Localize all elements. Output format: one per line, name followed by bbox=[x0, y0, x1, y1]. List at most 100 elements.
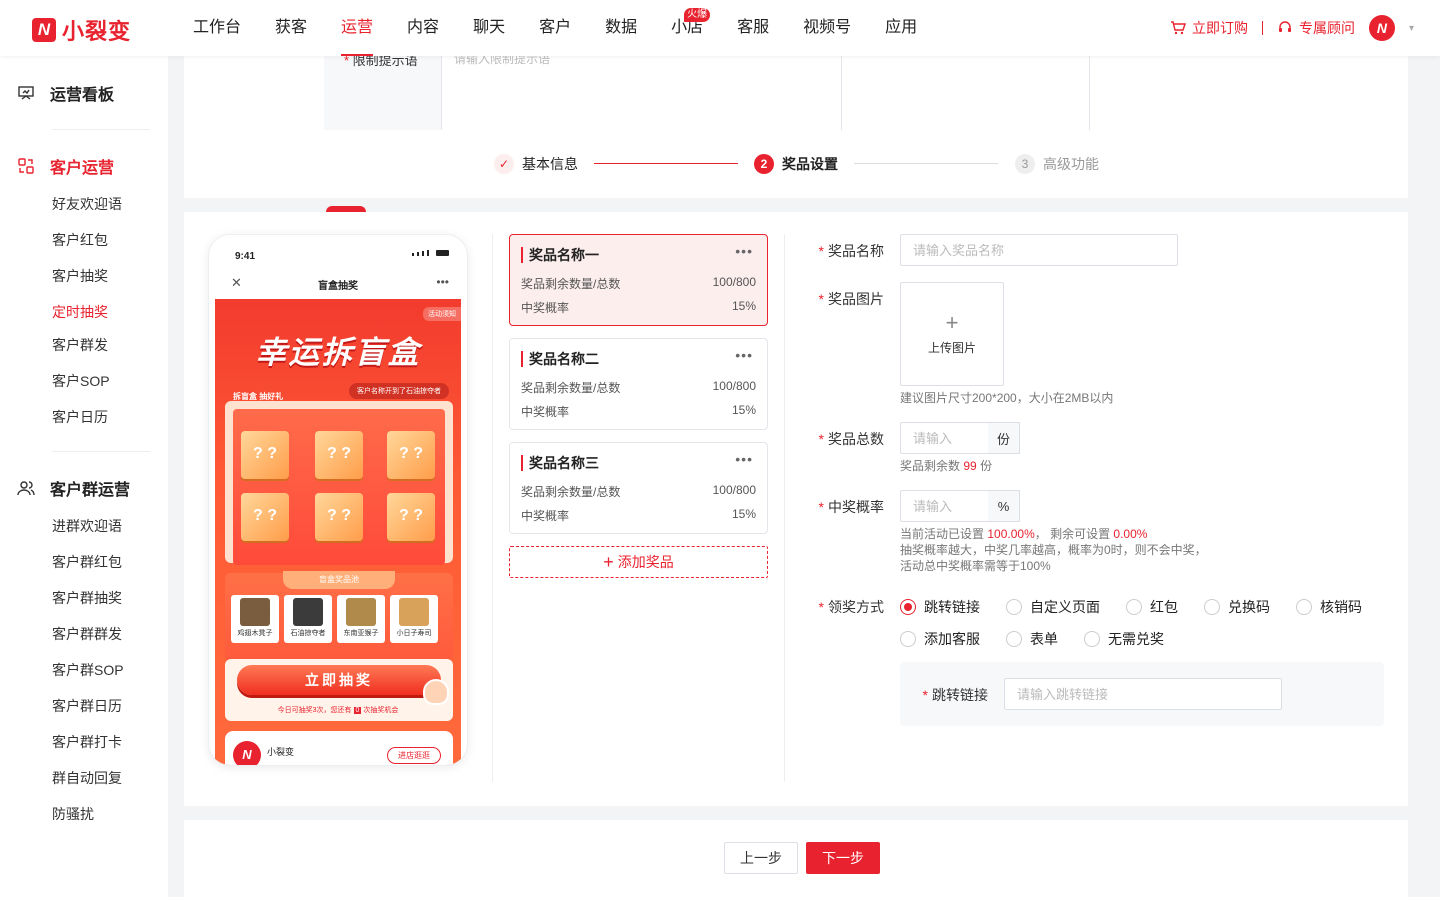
prize-card[interactable]: 奖品名称三 ••• 奖品剩余数量/总数 100/800 中奖概率 15% bbox=[509, 442, 768, 534]
logo-text: 小裂变 bbox=[62, 19, 132, 44]
prize-stock-row: 奖品剩余数量/总数 100/800 bbox=[521, 275, 756, 291]
brand-logo[interactable]: N 小裂变 bbox=[32, 14, 131, 46]
sidebar-item-group-welcome[interactable]: 进群欢迎语 bbox=[52, 516, 122, 536]
prev-step-button[interactable]: 上一步 bbox=[724, 842, 798, 874]
radio-label: 表单 bbox=[1030, 631, 1058, 647]
prize-total-input[interactable] bbox=[900, 422, 989, 454]
sidebar-item-customer-sop[interactable]: 客户SOP bbox=[52, 371, 110, 391]
hot-badge: 火爆 bbox=[684, 8, 711, 22]
order-label: 立即订购 bbox=[1191, 20, 1248, 36]
table-input-cell bbox=[442, 56, 842, 130]
eagle-icon bbox=[293, 598, 323, 626]
user-avatar[interactable]: N bbox=[1368, 15, 1395, 41]
sidebar-item-group-calendar[interactable]: 客户群日历 bbox=[52, 696, 122, 716]
more-icon[interactable]: ••• bbox=[735, 451, 753, 467]
sidebar-item-group-autoreply[interactable]: 群自动回复 bbox=[52, 768, 122, 788]
radio-verify-code[interactable]: 核销码 bbox=[1296, 597, 1362, 617]
nav-item-operations[interactable]: 运营 bbox=[324, 0, 390, 56]
radio-dot bbox=[900, 631, 916, 647]
jump-link-input[interactable] bbox=[1004, 678, 1282, 710]
radio-form[interactable]: 表单 bbox=[1006, 629, 1058, 649]
nav-item-data[interactable]: 数据 bbox=[588, 0, 654, 56]
sidebar-item-scheduled-lottery[interactable]: 定时抽奖 bbox=[52, 302, 108, 322]
nav-item-content[interactable]: 内容 bbox=[390, 0, 456, 56]
sushi-icon bbox=[399, 598, 429, 626]
steps-bar: ✓ 基本信息 2 奖品设置 3 高级功能 bbox=[184, 130, 1408, 198]
radio-label: 自定义页面 bbox=[1030, 599, 1100, 615]
radio-label: 核销码 bbox=[1320, 599, 1362, 615]
sidebar-item-group-checkin[interactable]: 客户群打卡 bbox=[52, 732, 122, 752]
radio-redpacket[interactable]: 红包 bbox=[1126, 597, 1178, 617]
add-prize-button[interactable]: + 添加奖品 bbox=[509, 546, 768, 578]
sidebar-group-group-ops[interactable]: 客户群运营 bbox=[0, 470, 168, 506]
top-header: N 小裂变 工作台 获客 运营 内容 聊天 客户 数据 小店 火爆 客服 视频号… bbox=[0, 0, 1440, 56]
chevron-down-icon[interactable]: ▾ bbox=[1409, 23, 1414, 34]
hero-title: 幸运拆盲盒 bbox=[255, 335, 421, 370]
prize-name: 奖品名称二 bbox=[521, 351, 599, 367]
prize-name-input[interactable] bbox=[900, 234, 1178, 266]
step-basic-info[interactable]: ✓ 基本信息 bbox=[494, 154, 578, 174]
radio-label: 兑换码 bbox=[1228, 599, 1270, 615]
upload-image-button[interactable]: + 上传图片 bbox=[900, 282, 1004, 386]
order-link[interactable]: 立即订购 bbox=[1170, 18, 1248, 38]
logo-icon: N bbox=[32, 18, 56, 42]
prize-card[interactable]: 奖品名称一 ••• 奖品剩余数量/总数 100/800 中奖概率 15% bbox=[509, 234, 768, 326]
nav-item-service[interactable]: 客服 bbox=[720, 0, 786, 56]
column-divider bbox=[492, 234, 493, 782]
nav-item-chat[interactable]: 聊天 bbox=[456, 0, 522, 56]
nav-item-shop[interactable]: 小店 火爆 bbox=[654, 0, 720, 56]
nav-item-customers[interactable]: 客户 bbox=[522, 0, 588, 56]
sidebar-item-customer-calendar[interactable]: 客户日历 bbox=[52, 407, 108, 427]
sidebar-item-group-sop[interactable]: 客户群SOP bbox=[52, 660, 124, 680]
stool-icon bbox=[240, 598, 270, 626]
sidebar-item-group-lottery[interactable]: 客户群抽奖 bbox=[52, 588, 122, 608]
step-advanced[interactable]: 3 高级功能 bbox=[1015, 154, 1099, 174]
winner-ticker: 客户名称开到了石油掠夺者 bbox=[349, 383, 449, 399]
upload-image-label: 上传图片 bbox=[927, 340, 976, 355]
prize-rate-row: 中奖概率 15% bbox=[521, 299, 756, 315]
prize-card[interactable]: 奖品名称二 ••• 奖品剩余数量/总数 100/800 中奖概率 15% bbox=[509, 338, 768, 430]
sidebar-item-group-broadcast[interactable]: 客户群群发 bbox=[52, 624, 122, 644]
prize-name: 奖品名称一 bbox=[521, 247, 599, 263]
add-prize-label: 添加奖品 bbox=[617, 554, 674, 570]
sidebar-item-customer-broadcast[interactable]: 客户群发 bbox=[52, 335, 108, 355]
dashboard-icon bbox=[16, 83, 36, 103]
blind-box: ? ? bbox=[315, 493, 363, 541]
blind-box: ? ? bbox=[241, 431, 289, 479]
nav-item-apps[interactable]: 应用 bbox=[868, 0, 934, 56]
more-icon: ••• bbox=[436, 275, 449, 289]
step-prize-settings[interactable]: 2 奖品设置 bbox=[754, 154, 838, 174]
pool-item: 小日子寿司 bbox=[390, 595, 438, 643]
radio-no-redeem[interactable]: 无需兑奖 bbox=[1084, 629, 1164, 649]
radio-jump-link[interactable]: 跳转链接 bbox=[900, 597, 980, 617]
nav-item-channels[interactable]: 视频号 bbox=[786, 0, 868, 56]
more-icon[interactable]: ••• bbox=[735, 347, 753, 363]
sidebar-item-anti-harass[interactable]: 防骚扰 bbox=[52, 804, 94, 824]
sidebar-item-dashboard[interactable]: 运营看板 bbox=[0, 75, 168, 111]
consultant-link[interactable]: 专属顾问 bbox=[1277, 18, 1355, 38]
customer-ops-icon bbox=[16, 156, 36, 176]
win-rate-input[interactable] bbox=[900, 490, 989, 522]
claim-options-row: 跳转链接 自定义页面 红包 兑换码 核销码 bbox=[900, 597, 1388, 617]
signal-icon bbox=[412, 250, 449, 256]
nav-item-workbench[interactable]: 工作台 bbox=[176, 0, 258, 56]
step-connector bbox=[854, 163, 998, 164]
sidebar-item-group-redpacket[interactable]: 客户群红包 bbox=[52, 552, 122, 572]
nav-item-acquire[interactable]: 获客 bbox=[258, 0, 324, 56]
check-icon: ✓ bbox=[494, 154, 514, 174]
sidebar-item-friend-welcome[interactable]: 好友欢迎语 bbox=[52, 194, 122, 214]
sidebar-item-customer-redpacket[interactable]: 客户红包 bbox=[52, 230, 108, 250]
more-icon[interactable]: ••• bbox=[735, 243, 753, 259]
prize-name-label: * 奖品名称 bbox=[818, 243, 884, 259]
sidebar-group-customer-ops[interactable]: 客户运营 bbox=[0, 148, 168, 184]
total-unit: 份 bbox=[988, 422, 1020, 454]
blind-box: ? ? bbox=[315, 431, 363, 479]
radio-add-service[interactable]: 添加客服 bbox=[900, 629, 980, 649]
decorative-tab bbox=[326, 206, 366, 212]
radio-dot bbox=[1006, 631, 1022, 647]
next-step-button[interactable]: 下一步 bbox=[806, 842, 880, 874]
radio-redeem-code[interactable]: 兑换码 bbox=[1204, 597, 1270, 617]
radio-custom-page[interactable]: 自定义页面 bbox=[1006, 597, 1100, 617]
sidebar-item-customer-lottery[interactable]: 客户抽奖 bbox=[52, 266, 108, 286]
blind-box: ? ? bbox=[387, 493, 435, 541]
